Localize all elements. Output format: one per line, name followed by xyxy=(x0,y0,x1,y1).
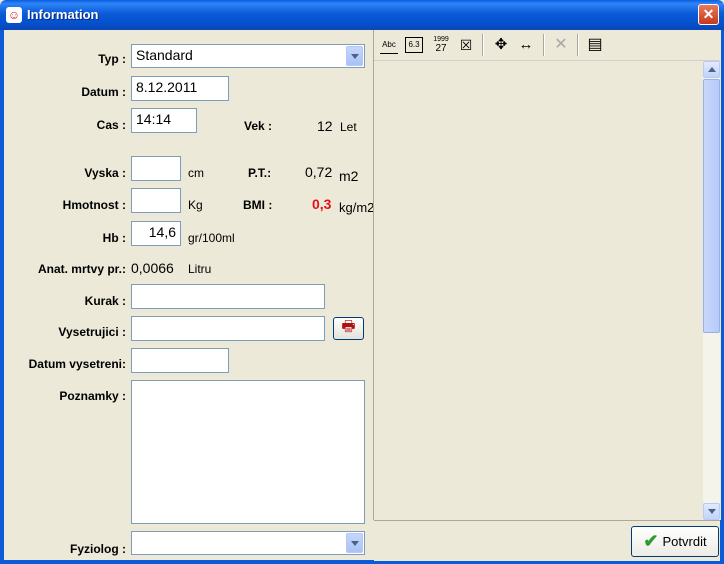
anat-label: Anat. mrtvy pr.: xyxy=(37,262,126,276)
typ-label: Typ : xyxy=(98,52,126,66)
checkbox-tool-button[interactable]: ☒ xyxy=(458,37,474,53)
typ-select[interactable]: Standard xyxy=(131,44,365,68)
vyska-input[interactable] xyxy=(131,156,181,181)
vek-unit: Let xyxy=(340,120,357,134)
date-tool-button[interactable]: 1999 27 xyxy=(432,35,450,54)
fyziolog-select[interactable] xyxy=(131,531,365,555)
bmi-label: BMI : xyxy=(243,198,273,212)
vyska-label: Vyska : xyxy=(84,166,126,180)
canvas-panel[interactable] xyxy=(373,30,721,520)
vysetrujici-label: Vysetrujici : xyxy=(58,325,126,339)
close-button[interactable]: ✕ xyxy=(698,4,719,25)
chevron-down-icon xyxy=(707,509,716,514)
number-tool-button[interactable]: 6.3 xyxy=(405,37,423,53)
text-tool-button[interactable]: Abc xyxy=(380,37,398,54)
vek-label: Vek : xyxy=(244,119,273,133)
hmotnost-unit: Kg xyxy=(188,198,203,212)
kurak-label: Kurak : xyxy=(84,294,126,308)
hmotnost-label: Hmotnost : xyxy=(62,198,126,212)
chevron-up-icon xyxy=(707,67,716,72)
vysetrujici-input[interactable] xyxy=(131,316,325,341)
frame-left xyxy=(0,30,4,564)
cas-input[interactable]: 14:14 xyxy=(131,108,197,133)
toolbar: Abc 6.3 1999 27 ☒ ✥ ↔ ✕ ▤ xyxy=(374,30,720,61)
datum-label: Datum : xyxy=(81,85,126,99)
typ-dropdown-button[interactable] xyxy=(346,46,363,66)
bmi-value: 0,3 xyxy=(312,196,332,212)
vek-value: 12 xyxy=(317,118,333,134)
list-icon[interactable]: ▤ xyxy=(586,37,604,53)
vertical-scrollbar[interactable] xyxy=(703,61,720,520)
datum-input[interactable]: 8.12.2011 xyxy=(131,76,229,101)
checkmark-icon: ✔ xyxy=(643,531,659,551)
scroll-thumb[interactable] xyxy=(703,79,720,333)
hb-input[interactable]: 14,6 xyxy=(131,221,181,246)
app-icon: ☺ xyxy=(6,7,22,23)
move-icon[interactable]: ✥ xyxy=(492,37,510,53)
potvrdit-button[interactable]: ✔ Potvrdit xyxy=(631,526,719,557)
resize-icon[interactable]: ↔ xyxy=(517,37,535,53)
delete-icon[interactable]: ✕ xyxy=(552,37,570,53)
fyziolog-label: Fyziolog : xyxy=(70,542,126,556)
chevron-down-icon xyxy=(350,540,359,546)
fyziolog-dropdown-button[interactable] xyxy=(346,533,363,553)
print-button[interactable]: 🖶 xyxy=(333,317,364,340)
cas-label: Cas : xyxy=(96,118,126,132)
scroll-up-button[interactable] xyxy=(703,61,720,78)
bmi-unit: kg/m2 xyxy=(339,200,373,215)
pt-label: P.T.: xyxy=(248,166,272,180)
potvrdit-label: Potvrdit xyxy=(662,534,707,549)
toolbar-separator xyxy=(482,34,484,56)
poznamky-textarea[interactable] xyxy=(131,380,365,524)
vyska-unit: cm xyxy=(188,166,204,180)
datum-vysetreni-input[interactable] xyxy=(131,348,229,373)
chevron-down-icon xyxy=(350,53,359,59)
toolbar-separator xyxy=(577,34,579,56)
typ-value: Standard xyxy=(136,47,193,63)
window-title: Information xyxy=(27,7,99,22)
anat-value: 0,0066 xyxy=(131,260,174,276)
hb-unit: gr/100ml xyxy=(188,231,235,245)
title-bar[interactable]: ☺ Information ✕ xyxy=(0,0,724,30)
hb-label: Hb : xyxy=(102,231,126,245)
printer-icon: 🖶 xyxy=(341,318,356,335)
datum-vysetreni-label: Datum vysetreni: xyxy=(28,357,126,371)
information-window: ☺ Information ✕ Typ : Standard Datum : 8… xyxy=(0,0,724,564)
poznamky-label: Poznamky : xyxy=(59,389,126,403)
date-tool-day: 27 xyxy=(435,43,447,54)
toolbar-separator xyxy=(543,34,545,56)
kurak-input[interactable] xyxy=(131,284,325,309)
anat-unit: Litru xyxy=(188,262,212,276)
scroll-down-button[interactable] xyxy=(703,503,720,520)
pt-value: 0,72 xyxy=(305,164,333,180)
hmotnost-input[interactable] xyxy=(131,188,181,213)
pt-unit: m2 xyxy=(339,168,359,184)
